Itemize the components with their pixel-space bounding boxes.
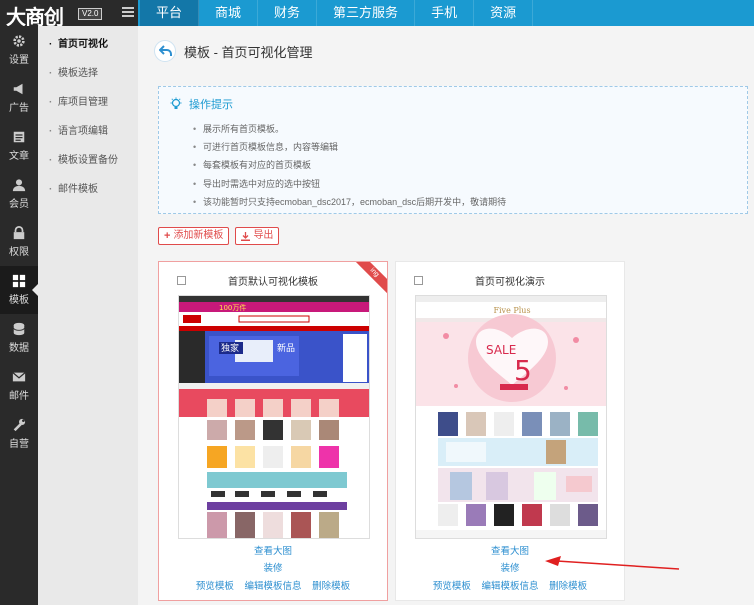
- sidebar-item-label: 会员: [9, 199, 29, 210]
- ribbon-label: ing: [352, 262, 387, 295]
- tip-item: 可进行首页模板信息，内容等编辑: [193, 138, 506, 156]
- grid-icon: [12, 274, 26, 288]
- subnav-item-mail-template[interactable]: 邮件模板: [38, 171, 138, 209]
- download-icon: [241, 231, 251, 241]
- database-icon: [13, 322, 25, 336]
- sidebar-item-permissions[interactable]: 权限: [0, 218, 38, 266]
- template-card: 首页默认可视化模板 ing 100万件 独家 新品 查看大图 装修 预览模板 编…: [158, 261, 388, 601]
- decorate-label[interactable]: 装修: [500, 563, 519, 574]
- preview-template-link[interactable]: 预览模板: [196, 581, 234, 592]
- sidebar-item-label: 文章: [9, 151, 29, 162]
- sidebar-item-self-operated[interactable]: 自营: [0, 410, 38, 458]
- lock-icon: [13, 226, 25, 240]
- top-navbar: 大商创 V2.0 平台 商城 财务 第三方服务 手机 资源: [0, 0, 754, 29]
- nav-item-mobile[interactable]: 手机: [415, 0, 475, 26]
- nav-item-finance[interactable]: 财务: [258, 0, 318, 26]
- delete-template-link[interactable]: 删除模板: [549, 581, 587, 592]
- tip-item: 该功能暂时只支持ecmoban_dsc2017，ecmoban_dsc后期开发中…: [193, 193, 506, 211]
- sidebar-item-label: 数据: [9, 343, 29, 354]
- card-actions: 预览模板 编辑模板信息 删除模板: [396, 578, 624, 592]
- document-icon: [13, 131, 25, 143]
- edit-template-link[interactable]: 编辑模板信息: [481, 581, 538, 592]
- tip-item: 展示所有首页模板。: [193, 120, 506, 138]
- promo-text: 100万件: [219, 303, 246, 312]
- page-title: 模板 - 首页可视化管理: [184, 44, 313, 60]
- brand-text: Five Plus: [493, 306, 530, 315]
- wrench-icon: [13, 418, 26, 432]
- card-actions: 预览模板 编辑模板信息 删除模板: [159, 578, 387, 592]
- nav-item-platform[interactable]: 平台: [140, 0, 200, 26]
- gear-icon: [13, 35, 25, 47]
- main-content: 模板 - 首页可视化管理 操作提示 展示所有首页模板。 可进行首页模板信息，内容…: [138, 26, 754, 605]
- plus-icon: +: [164, 230, 171, 242]
- tips-panel: 操作提示 展示所有首页模板。 可进行首页模板信息，内容等编辑 每套模板有对应的首…: [158, 86, 748, 214]
- export-label: 导出: [253, 230, 274, 241]
- banner-right-text: 新品: [277, 342, 295, 354]
- page-header: 模板 - 首页可视化管理: [154, 40, 313, 62]
- nav-item-third-party[interactable]: 第三方服务: [317, 0, 416, 26]
- sidebar-item-settings[interactable]: 设置: [0, 26, 38, 74]
- template-thumbnail[interactable]: 100万件 独家 新品: [178, 295, 370, 539]
- version-badge: V2.0: [78, 8, 103, 20]
- subnav-item-home-visual[interactable]: 首页可视化: [38, 26, 138, 64]
- logo: 大商创 V2.0: [0, 0, 138, 29]
- mail-icon: [12, 372, 26, 382]
- banner-left-text: 独家: [221, 342, 239, 354]
- add-template-button[interactable]: + 添加新模板: [158, 227, 230, 245]
- nav-item-mall[interactable]: 商城: [199, 0, 259, 26]
- menu-toggle-icon[interactable]: [122, 7, 134, 19]
- tips-title: 操作提示: [189, 99, 233, 111]
- sidebar-item-label: 邮件: [9, 391, 29, 402]
- tips-header: 操作提示: [169, 96, 233, 112]
- view-large-link[interactable]: 查看大图: [159, 543, 387, 557]
- lightbulb-icon: [170, 97, 182, 109]
- view-large-label[interactable]: 查看大图: [491, 546, 529, 557]
- subnav-item-template-select[interactable]: 模板选择: [38, 55, 138, 93]
- decorate-link[interactable]: 装修: [159, 560, 387, 574]
- export-button[interactable]: 导出: [235, 227, 280, 245]
- sidebar-item-ads[interactable]: 广告: [0, 74, 38, 122]
- delete-template-link[interactable]: 删除模板: [312, 581, 350, 592]
- tip-item: 每套模板有对应的首页模板: [193, 156, 506, 174]
- template-card: 首页可视化演示 Five Plus SALE 5 查看大图 装修 预览模板 编辑…: [395, 261, 625, 601]
- back-button[interactable]: [154, 40, 176, 62]
- icon-sidebar: 设置 广告 文章 会员 权限 模板 数据 邮件 自营: [0, 26, 38, 605]
- sub-sidebar: 首页可视化 模板选择 库项目管理 语言项编辑 模板设置备份 邮件模板: [38, 26, 138, 605]
- back-arrow-icon: [158, 45, 172, 56]
- decorate-label[interactable]: 装修: [263, 563, 282, 574]
- sidebar-item-label: 自营: [9, 439, 29, 450]
- preview-template-link[interactable]: 预览模板: [433, 581, 471, 592]
- subnav-item-language[interactable]: 语言项编辑: [38, 113, 138, 151]
- nav-item-resources[interactable]: 资源: [474, 0, 534, 26]
- thumbnail-image: Five Plus SALE 5: [416, 296, 606, 538]
- tips-list: 展示所有首页模板。 可进行首页模板信息，内容等编辑 每套模板有对应的首页模板 导…: [193, 120, 506, 211]
- subnav-item-backup[interactable]: 模板设置备份: [38, 142, 138, 180]
- sidebar-item-label: 设置: [9, 55, 29, 66]
- annotation-arrow-icon: [545, 556, 680, 570]
- subnav-item-library[interactable]: 库项目管理: [38, 84, 138, 122]
- sidebar-item-label: 广告: [9, 103, 29, 114]
- sidebar-item-members[interactable]: 会员: [0, 170, 38, 218]
- sidebar-item-label: 权限: [9, 247, 29, 258]
- template-thumbnail[interactable]: Five Plus SALE 5: [415, 295, 607, 539]
- sale-text: SALE: [486, 343, 516, 357]
- view-large-label[interactable]: 查看大图: [254, 546, 292, 557]
- in-use-ribbon: ing: [351, 262, 387, 298]
- sidebar-item-data[interactable]: 数据: [0, 314, 38, 362]
- main-nav: 平台 商城 财务 第三方服务 手机 资源: [140, 0, 534, 26]
- user-icon: [12, 179, 26, 192]
- action-bar: + 添加新模板 导出: [158, 227, 285, 245]
- thumbnail-image: 100万件 独家 新品: [179, 296, 369, 538]
- megaphone-icon: [13, 83, 23, 95]
- add-template-label: 添加新模板: [173, 230, 224, 241]
- sale-number: 5: [514, 354, 532, 387]
- sidebar-item-label: 模板: [9, 295, 29, 306]
- sidebar-item-articles[interactable]: 文章: [0, 122, 38, 170]
- edit-template-link[interactable]: 编辑模板信息: [244, 581, 301, 592]
- sidebar-item-mail[interactable]: 邮件: [0, 362, 38, 410]
- sidebar-item-templates[interactable]: 模板: [0, 266, 38, 314]
- template-title: 首页可视化演示: [475, 277, 545, 288]
- tip-item: 导出时需选中对应的选中按钮: [193, 175, 506, 193]
